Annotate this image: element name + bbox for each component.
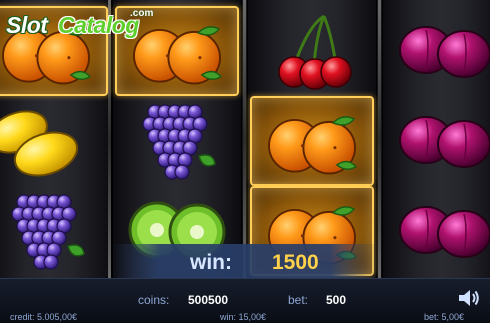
orange-symbol [250,96,374,186]
reel-separator [243,0,246,278]
coins-label: coins: [138,293,170,307]
win-bar: win: 1500 [112,244,378,278]
plum-symbol [386,6,490,96]
plum-symbol [386,96,490,186]
grapes-symbol [115,96,239,186]
win-label: win: [190,251,232,274]
coins-value: 500500 [188,293,229,307]
logo-com-text: .com [130,8,154,19]
bet-label: bet: [288,293,309,307]
win-small-text: win: 15,00€ [220,312,267,322]
credit-text: credit: 5.005,00€ [10,312,78,322]
reel-separator [108,0,111,278]
reel-separator [378,0,381,278]
cherry-symbol [250,6,374,96]
logo-slot-text: Slot [6,12,48,38]
logo-catalog-text: Catalog [58,12,139,38]
bet-small-text: bet: 5,00€ [424,312,465,322]
reels-area [0,0,490,278]
grapes-symbol [0,186,108,276]
speaker-icon[interactable] [458,289,480,307]
plum-symbol [386,186,490,276]
win-amount: 1500 [272,251,319,274]
lemon-symbol [0,96,108,186]
bet-value[interactable]: 500 [326,293,346,307]
bottom-bar: coins: 500500 bet: 500 credit: 5.005,00€… [0,278,490,323]
